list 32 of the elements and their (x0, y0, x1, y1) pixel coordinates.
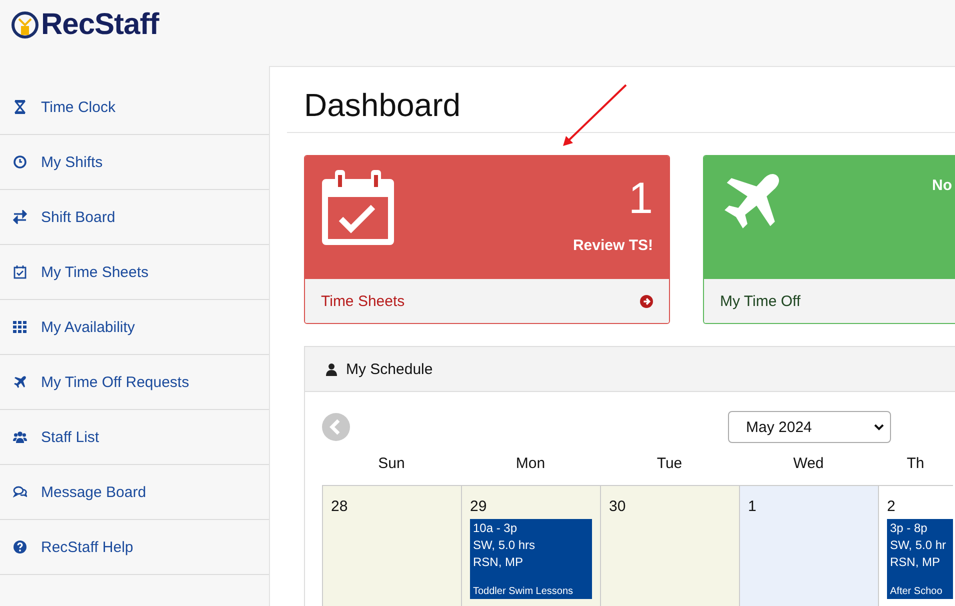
speech-bubbles-icon (13, 485, 27, 499)
annotation-arrow (562, 84, 628, 148)
arrow-circle-icon (640, 294, 653, 308)
count-number: 1 (628, 177, 653, 221)
card-footer-link[interactable]: Time Sheets (305, 279, 669, 323)
chevron-down-icon (874, 424, 884, 430)
page-title: Dashboard (304, 87, 461, 124)
shift-event[interactable]: 3p - 8p SW, 5.0 hr RSN, MP After Schoo (887, 519, 953, 599)
hourglass-icon (13, 100, 27, 114)
panel-title: My Schedule (346, 360, 433, 378)
people-icon (13, 430, 27, 444)
logo-icon (10, 10, 40, 40)
day-number: 29 (470, 498, 488, 515)
calendar-check-icon (13, 265, 27, 279)
clock-icon (13, 155, 27, 169)
logo-text[interactable]: RecStaff (41, 8, 159, 42)
card-message: Review TS! (572, 237, 653, 254)
shift-event[interactable]: 10a - 3p SW, 5.0 hrs RSN, MP Toddler Swim Lessons (470, 519, 592, 599)
arrows-icon (13, 210, 27, 224)
card-footer-link[interactable]: My Time Off (704, 279, 955, 323)
user-icon (326, 362, 337, 376)
day-number: 30 (609, 498, 627, 515)
day-number: 2 (887, 498, 896, 515)
help-icon (13, 540, 27, 554)
airplane-icon (13, 375, 27, 389)
grid-icon (13, 320, 27, 334)
day-number: 28 (331, 498, 349, 515)
month-select[interactable]: May 2024 (728, 411, 891, 443)
day-number: 1 (748, 498, 758, 515)
card-message: No (932, 177, 952, 194)
previous-button[interactable] (322, 413, 350, 441)
calendar-check-icon (321, 169, 395, 247)
